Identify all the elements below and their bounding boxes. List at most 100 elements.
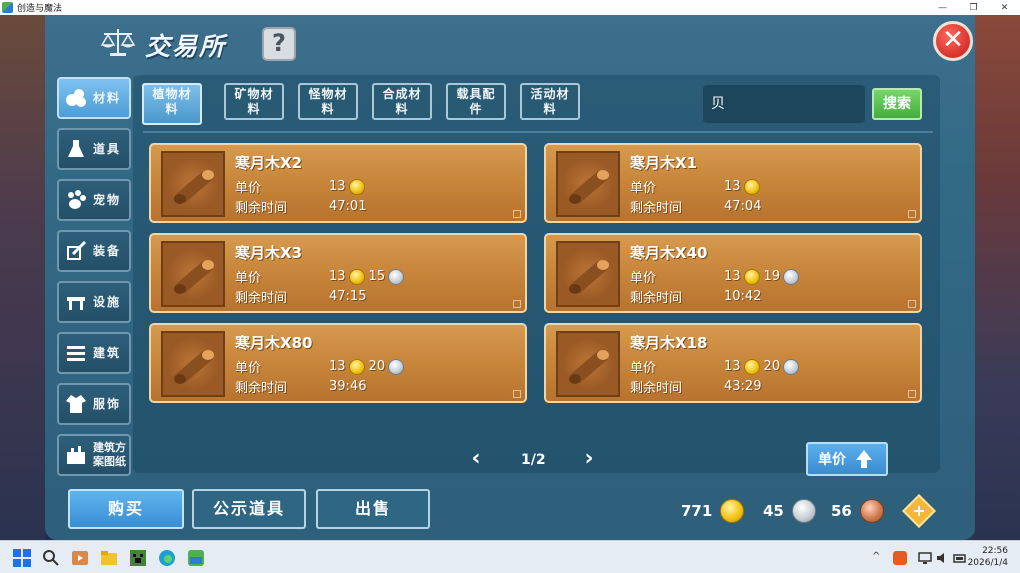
volume-icon[interactable] xyxy=(936,551,950,565)
restore-button[interactable]: ❐ xyxy=(958,0,989,15)
time-label: 剩余时间 xyxy=(630,291,683,306)
price-label: 单价 xyxy=(630,181,657,196)
price-gold: 13 xyxy=(724,179,741,194)
corner-mark xyxy=(908,210,916,218)
buy-button[interactable]: 购买 xyxy=(68,489,184,529)
listing-card[interactable]: 寒月木X18 单价 13 20 剩余时间 43:29 xyxy=(544,323,922,403)
app-icon xyxy=(2,2,13,13)
corner-mark xyxy=(908,390,916,398)
time-left: 10:42 xyxy=(724,289,762,304)
item-thumbnail xyxy=(161,241,225,307)
log-icon xyxy=(569,260,609,294)
nav-item-items[interactable]: 道具 xyxy=(57,128,131,170)
price-label: 单价 xyxy=(630,361,657,376)
window-titlebar: 创造与魔法 — ❐ ✕ xyxy=(0,0,1020,15)
gold-coin-icon xyxy=(348,178,365,195)
nav-item-blueprints[interactable]: 建筑方 案图纸 xyxy=(57,434,131,476)
item-thumbnail xyxy=(556,331,620,397)
item-name: 寒月木X3 xyxy=(235,244,303,262)
sell-button[interactable]: 出售 xyxy=(316,489,430,529)
clock-time: 22:56 xyxy=(982,546,1008,556)
sort-by-price-button[interactable]: 单价 xyxy=(806,442,888,476)
price-label: 单价 xyxy=(630,271,657,286)
search-icon[interactable] xyxy=(42,549,60,567)
nav-item-clothing[interactable]: 服饰 xyxy=(57,383,131,425)
nav-item-buildings[interactable]: 建筑 xyxy=(57,332,131,374)
sword-icon xyxy=(65,240,87,262)
price-row: 单价 13 15 xyxy=(235,267,408,286)
game-scene: 交易所 ? ✕ 材料 道具 宠物 装备 设施 建筑 服饰 建筑方 案图纸 植物材… xyxy=(0,15,1020,540)
time-row: 剩余时间 47:01 xyxy=(235,197,369,216)
listing-card[interactable]: 寒月木X1 单价 13 剩余时间 47:04 xyxy=(544,143,922,223)
nav-item-facilities[interactable]: 设施 xyxy=(57,281,131,323)
listing-card[interactable]: 寒月木X3 单价 13 15 剩余时间 47:15 xyxy=(149,233,527,313)
time-row: 剩余时间 10:42 xyxy=(630,287,764,306)
nav-label: 材料 xyxy=(93,91,122,105)
building-icon xyxy=(65,342,87,364)
next-page-button[interactable]: › xyxy=(579,448,599,470)
corner-mark xyxy=(908,300,916,308)
minimize-button[interactable]: — xyxy=(927,0,958,15)
tab-event-materials[interactable]: 活动材 料 xyxy=(520,83,580,120)
window-close-button[interactable]: ✕ xyxy=(989,0,1020,15)
tab-mineral-materials[interactable]: 矿物材 料 xyxy=(224,83,284,120)
display-icon[interactable] xyxy=(918,551,932,565)
listing-card[interactable]: 寒月木X80 单价 13 20 剩余时间 39:46 xyxy=(149,323,527,403)
listing-card[interactable]: 寒月木X2 单价 13 剩余时间 47:01 xyxy=(149,143,527,223)
item-name: 寒月木X40 xyxy=(630,244,708,262)
time-left: 43:29 xyxy=(724,379,762,394)
panel-header: 交易所 ? ✕ xyxy=(45,15,975,75)
exchange-panel: 交易所 ? ✕ 材料 道具 宠物 装备 设施 建筑 服饰 建筑方 案图纸 植物材… xyxy=(45,15,975,540)
nav-item-equipment[interactable]: 装备 xyxy=(57,230,131,272)
category-nav: 材料 道具 宠物 装备 设施 建筑 服饰 建筑方 案图纸 xyxy=(51,75,135,476)
nav-item-pets[interactable]: 宠物 xyxy=(57,179,131,221)
silver-coin-icon xyxy=(388,358,405,375)
log-icon xyxy=(174,170,214,204)
listing-card[interactable]: 寒月木X40 单价 13 19 剩余时间 10:42 xyxy=(544,233,922,313)
nav-label: 服饰 xyxy=(93,397,122,411)
price-gold: 13 xyxy=(329,179,346,194)
add-currency-button[interactable]: + xyxy=(902,494,936,528)
tab-plant-materials[interactable]: 植物材 料 xyxy=(142,83,202,125)
silver-balance: 45 xyxy=(763,499,820,523)
paw-icon xyxy=(65,189,87,211)
taskbar-clock[interactable]: 22:56 2026/1/4 xyxy=(968,545,1008,569)
time-left: 47:01 xyxy=(329,199,367,214)
price-row: 单价 13 xyxy=(235,177,369,196)
minecraft-icon[interactable] xyxy=(129,549,147,567)
prev-page-button[interactable]: ‹ xyxy=(466,448,486,470)
time-left: 47:15 xyxy=(329,289,367,304)
tray-app-icon[interactable] xyxy=(893,551,907,565)
battery-icon[interactable] xyxy=(953,551,967,565)
gold-coin-icon xyxy=(743,178,760,195)
search-input[interactable]: 贝 xyxy=(703,85,865,123)
close-button[interactable]: ✕ xyxy=(933,21,973,61)
public-items-button[interactable]: 公示道具 xyxy=(192,489,306,529)
tray-expand-icon[interactable]: ^ xyxy=(872,551,880,562)
nav-item-materials[interactable]: 材料 xyxy=(57,77,131,119)
listing-panel: 植物材 料 矿物材 料 怪物材 料 合成材 料 载具配 件 活动材 料 贝 搜索… xyxy=(133,75,940,476)
help-button[interactable]: ? xyxy=(262,27,296,61)
item-thumbnail xyxy=(161,331,225,397)
time-row: 剩余时间 47:15 xyxy=(235,287,369,306)
window-title: 创造与魔法 xyxy=(17,4,63,14)
edge-browser-icon[interactable] xyxy=(158,549,176,567)
tab-vehicle-parts[interactable]: 载具配 件 xyxy=(446,83,506,120)
gold-coin-icon xyxy=(720,499,745,523)
file-explorer-icon[interactable] xyxy=(100,549,118,567)
price-silver: 15 xyxy=(368,269,386,284)
windows-start-icon[interactable] xyxy=(13,549,31,567)
tab-crafted-materials[interactable]: 合成材 料 xyxy=(372,83,432,120)
clock-date: 2026/1/4 xyxy=(967,558,1008,568)
media-app-icon[interactable] xyxy=(71,549,89,567)
price-row: 单价 13 20 xyxy=(630,357,803,376)
item-name: 寒月木X1 xyxy=(630,154,698,172)
tab-monster-materials[interactable]: 怪物材 料 xyxy=(298,83,358,120)
price-label: 单价 xyxy=(235,361,262,376)
price-label: 单价 xyxy=(235,271,262,286)
item-name: 寒月木X2 xyxy=(235,154,303,172)
search-button[interactable]: 搜索 xyxy=(872,88,922,120)
game-app-icon[interactable] xyxy=(187,549,205,567)
item-thumbnail xyxy=(556,241,620,307)
corner-mark xyxy=(513,390,521,398)
